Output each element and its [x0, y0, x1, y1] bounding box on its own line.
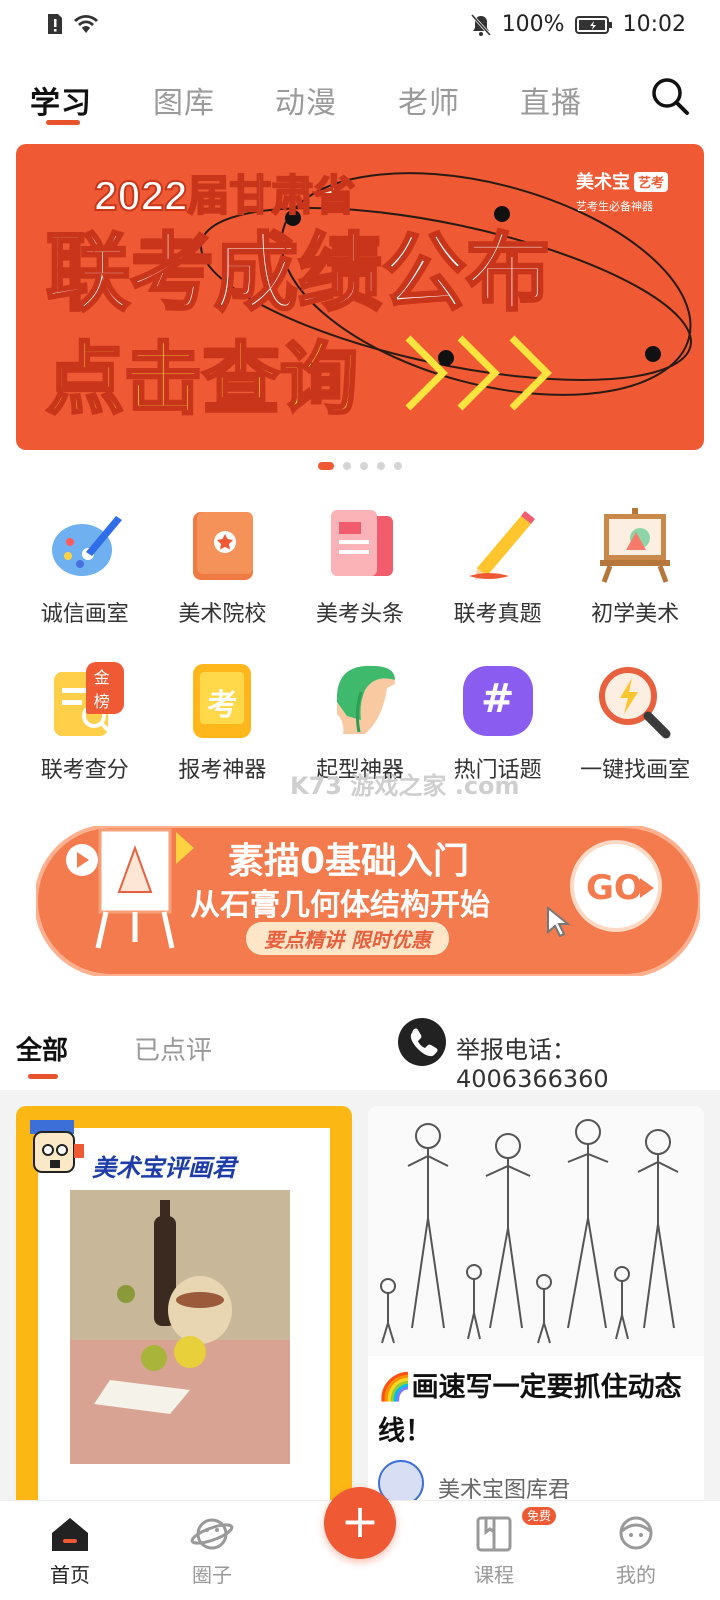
tab-label: 课程	[474, 1563, 514, 1587]
promo-banner[interactable]: 2022届甘肃省 联考成绩公布 点击查询 美术宝 艺考 艺考生必备神器	[16, 144, 704, 450]
banner-artwork: 2022届甘肃省 联考成绩公布 点击查询 美术宝 艺考 艺考生必备神器	[45, 171, 692, 425]
carousel-dot	[377, 462, 385, 470]
active-tab-indicator	[46, 120, 80, 125]
add-post-button[interactable]: +	[324, 1487, 396, 1559]
phone-icon[interactable]	[398, 1018, 446, 1066]
cursor-icon	[547, 906, 570, 938]
banner-brand: 美术宝	[576, 171, 630, 192]
promo-tag: 要点精讲 限时优惠	[246, 922, 449, 955]
still-life-painting	[70, 1190, 290, 1464]
search-icon[interactable]	[650, 76, 690, 116]
tab-live[interactable]: 直播	[520, 78, 582, 122]
clock: 10:02	[622, 12, 686, 37]
tab-label: 圈子	[192, 1563, 232, 1587]
grid-item-label: 初学美术	[591, 602, 680, 627]
magnifier-bolt-icon	[599, 667, 671, 739]
chevron-right-icon	[405, 335, 552, 411]
grid-item-label: 诚信画室	[40, 602, 129, 627]
post-title: 🌈画速写一定要抓住动态线！	[378, 1372, 682, 1447]
tab-home[interactable]: 首页	[20, 1515, 120, 1588]
battery-percent: 100%	[501, 12, 565, 37]
banner-line3: 点击查询	[46, 335, 358, 423]
status-bar: 100% 10:02	[0, 0, 720, 50]
grid-item-label: 一键找画室	[580, 758, 691, 783]
news-icon	[330, 510, 393, 576]
watermark-logo: K73 游戏之家 .com	[290, 772, 520, 800]
banner-brand-tag: 艺考	[638, 175, 664, 190]
mute-bell-icon	[470, 13, 491, 36]
grid-item-headlines[interactable]: 美考头条	[291, 506, 429, 628]
report-hotline[interactable]: 举报电话：4006366360	[456, 1030, 720, 1093]
carousel-dot	[318, 462, 334, 470]
profile-face-icon	[619, 1516, 653, 1550]
go-label: GO	[586, 868, 643, 908]
carousel-dot	[343, 462, 351, 470]
free-badge: 免费	[522, 1507, 556, 1525]
tab-anime[interactable]: 动漫	[275, 78, 337, 122]
grid-item-find-studio[interactable]: 一键找画室	[566, 662, 704, 784]
score-icon: 金榜	[46, 662, 124, 740]
banner-brand-sub: 艺考生必备神器	[576, 199, 653, 213]
pencil-icon	[468, 511, 535, 580]
battery-icon	[574, 15, 612, 34]
gold-list-badge: 金榜	[85, 662, 124, 714]
tab-label: 首页	[50, 1563, 90, 1587]
grid-item-label: 美术院校	[178, 602, 267, 627]
tab-teacher[interactable]: 老师	[398, 78, 460, 122]
grid-item-label: 联考查分	[40, 758, 129, 783]
hashtag-icon: #	[459, 662, 537, 740]
grid-item-exam-papers[interactable]: 联考真题	[429, 506, 567, 628]
carousel-dot	[360, 462, 368, 470]
easel-icon	[600, 508, 671, 583]
grid-item-exam-tool[interactable]: 考 报考神器	[154, 662, 292, 784]
play-triangle-icon	[640, 878, 654, 898]
tab-gallery[interactable]: 图库	[153, 78, 215, 122]
go-button[interactable]: GO	[570, 840, 662, 932]
hashtag-glyph: #	[480, 676, 515, 722]
bottom-tab-bar: 首页 圈子 + 课程 免费 我的	[0, 1487, 720, 1600]
course-promo-banner[interactable]: 素描0基础入门 从石膏几何体结构开始 要点精讲 限时优惠 GO	[34, 824, 702, 978]
promo-title: 素描0基础入门	[228, 841, 470, 882]
grid-item-label: 报考神器	[178, 758, 267, 783]
review-card-header: 美术宝评画君	[92, 1154, 236, 1182]
palette-icon	[51, 516, 122, 576]
feature-grid-row-1: 诚信画室 美术院校 美考头条 联考真题 初学美术	[16, 506, 704, 628]
sim-alert-icon	[48, 14, 62, 34]
grid-item-beginner[interactable]: 初学美术	[566, 506, 704, 628]
banner-line2: 联考成绩公布	[46, 226, 550, 320]
tab-courses[interactable]: 课程	[444, 1515, 544, 1588]
grid-item-label: 美考头条	[315, 602, 404, 627]
exam-glyph: 考	[207, 688, 238, 723]
wifi-icon	[74, 15, 98, 33]
feed-list: 美术宝评画君 🌈画速写一定要抓住动态线！ 美术宝图库君	[0, 1090, 720, 1526]
grid-item-studio[interactable]: 诚信画室	[16, 506, 154, 628]
tab-study[interactable]: 学习	[30, 78, 92, 122]
feed-filter-bar: 全部 已点评 举报电话：4006366360	[0, 1010, 720, 1093]
school-book-icon	[193, 512, 254, 580]
grid-item-score-query[interactable]: 金榜 联考查分	[16, 662, 154, 784]
top-tab-bar: 学习 图库 动漫 老师 直播	[0, 70, 720, 130]
tab-circle[interactable]: 圈子	[162, 1515, 262, 1588]
grid-item-label: 联考真题	[453, 602, 542, 627]
exam-phone-icon: 考	[183, 662, 261, 740]
carousel-indicator	[0, 462, 720, 470]
grid-item-academy[interactable]: 美术院校	[154, 506, 292, 628]
tab-all[interactable]: 全部	[16, 1030, 68, 1067]
active-feed-indicator	[28, 1074, 58, 1079]
banner-line1: 2022届甘肃省	[94, 172, 355, 219]
promo-subtitle: 从石膏几何体结构开始	[190, 888, 490, 923]
carousel-dot	[394, 462, 402, 470]
home-icon	[52, 1518, 88, 1551]
planet-icon	[190, 1518, 234, 1550]
course-book-icon	[476, 1516, 512, 1552]
tab-reviewed[interactable]: 已点评	[134, 1030, 212, 1067]
head-icon	[336, 665, 395, 734]
feed-card-review[interactable]: 美术宝评画君	[16, 1106, 352, 1526]
mascot-avatar	[30, 1120, 84, 1173]
tab-profile[interactable]: 我的	[586, 1515, 686, 1588]
feed-card-post[interactable]: 🌈画速写一定要抓住动态线！ 美术宝图库君	[368, 1106, 704, 1526]
sketch-figures-image	[368, 1106, 704, 1356]
tab-label: 我的	[616, 1563, 656, 1587]
